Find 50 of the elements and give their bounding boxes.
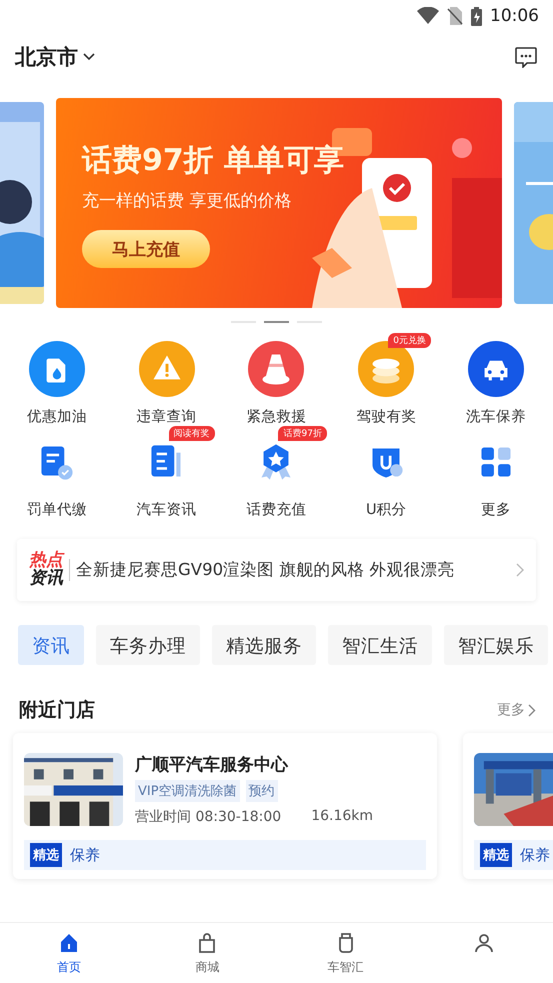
service-name: 保养 (70, 846, 100, 864)
opening-hours: 营业时间 08:30-18:00 (135, 808, 282, 826)
recharge-button[interactable]: 马上充值 (82, 230, 210, 268)
promo-badge: 0元兑换 (388, 333, 432, 348)
service-item[interactable]: 阅读有奖 汽车资讯 (112, 426, 222, 519)
service-item[interactable]: 违章查询 (112, 333, 222, 426)
section-title: 附近门店 (19, 698, 95, 723)
promo-badge: 阅读有奖 (168, 426, 215, 441)
clock-time: 10:06 (490, 6, 539, 26)
service-item[interactable]: 紧急救援 (222, 333, 332, 426)
nav-tab[interactable]: 车智汇 (276, 923, 415, 983)
category-tab[interactable]: 智汇生活 (328, 625, 432, 665)
news-headline[interactable]: 全新捷尼赛思GV90渲染图 旗舰的风格 外观很漂亮 (76, 559, 516, 581)
chevron-down-icon (82, 52, 96, 62)
city-selector[interactable]: 北京市 (15, 43, 96, 71)
chevron-right-icon (528, 704, 536, 716)
promo-banner[interactable]: 话费97折 单单可享 充一样的话费 享更低的价格 马上充值 (56, 98, 502, 308)
nav-tab[interactable]: 首页 (0, 923, 138, 983)
featured-label: 精选 (480, 843, 512, 867)
wifi-icon (417, 7, 439, 25)
nav-tab[interactable]: 商城 (138, 923, 276, 983)
hot-label: 热点 (29, 552, 63, 570)
service-name: 保养 (520, 846, 550, 864)
category-tab[interactable]: 车务办理 (96, 625, 200, 665)
service-item[interactable]: 优惠加油 (2, 333, 112, 426)
service-item[interactable]: 0元兑换 驾驶有奖 (331, 333, 442, 426)
featured-label: 精选 (30, 843, 62, 867)
promo-badge: 话费97折 (278, 426, 327, 441)
no-sim-icon (447, 7, 463, 25)
banner-subtitle: 充一样的话费 享更低的价格 (82, 190, 292, 212)
service-tag: 预约 (246, 780, 278, 802)
store-name: 广顺平汽车服务中心 (135, 754, 290, 776)
service-tag: VIP空调清洗除菌 (135, 780, 240, 802)
service-item[interactable]: 洗车保养 (441, 333, 551, 426)
store-card[interactable]: 精选 保养 (463, 733, 553, 879)
category-tab[interactable]: 智汇娱乐 (444, 625, 548, 665)
news-label: 资讯 (29, 570, 63, 588)
service-item[interactable]: 罚单代缴 (2, 426, 112, 519)
service-item[interactable]: U积分 (331, 426, 442, 519)
message-icon[interactable] (514, 46, 538, 68)
distance-text: 16.16km (311, 808, 374, 826)
service-item[interactable]: 更多 (441, 426, 551, 519)
battery-icon (471, 6, 482, 26)
chevron-right-icon (516, 563, 524, 577)
store-card[interactable]: 广顺平汽车服务中心 VIP空调清洗除菌 预约 营业时间 08:30-18:00 16.16km 精选 保养 (13, 733, 437, 879)
more-link[interactable]: 更多 (497, 701, 536, 719)
category-tab[interactable]: 精选服务 (212, 625, 316, 665)
service-item[interactable]: 话费97折 话费充值 (222, 426, 332, 519)
banner-title: 话费97折 单单可享 (82, 142, 344, 180)
category-tab[interactable]: 资讯 (18, 625, 84, 665)
